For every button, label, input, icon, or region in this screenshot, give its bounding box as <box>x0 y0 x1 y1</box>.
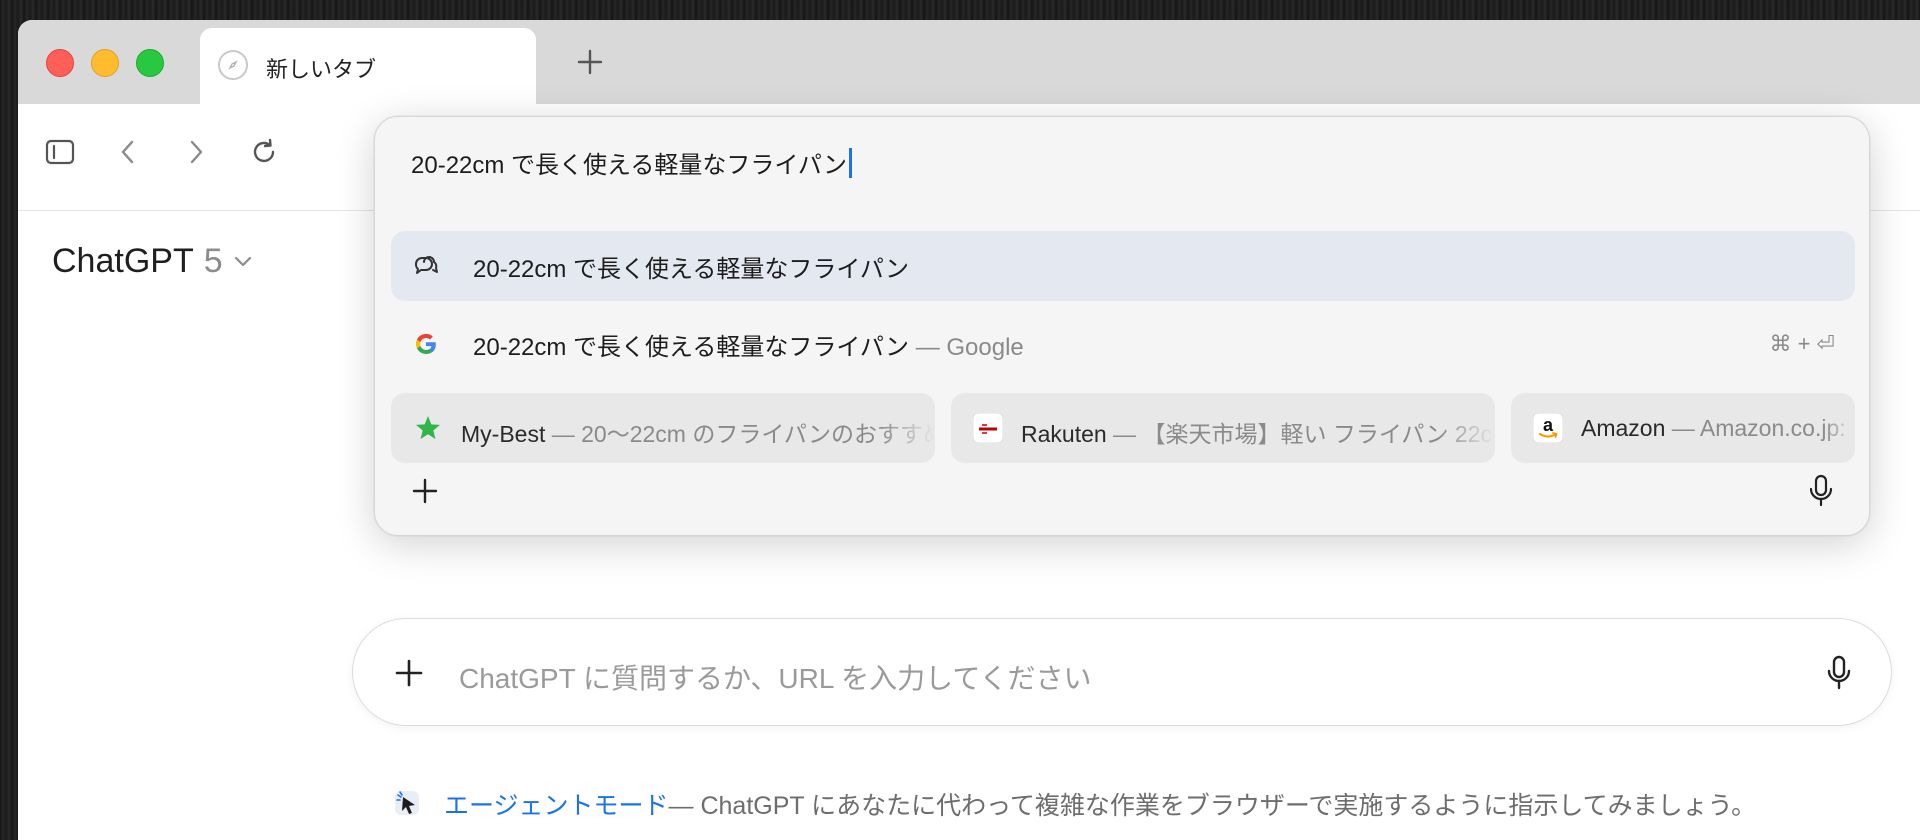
tab-bar: 新しいタブ <box>18 20 1920 104</box>
site-suggestion-text: My-Best — 20～22cm のフライパンのおすすめ <box>461 415 935 449</box>
site-suggestion-amazon[interactable]: a Amazon — Amazon.co.jp: <box>1511 393 1855 463</box>
voice-input-button[interactable] <box>1819 651 1859 695</box>
site-name: My-Best <box>461 421 546 447</box>
omnibox-attach-button[interactable] <box>405 471 445 511</box>
agent-mode-hint: エージェントモード — ChatGPT にあなたに代わって複雑な作業をブラウザー… <box>392 786 1756 822</box>
suggestion-label: 20-22cm で長く使える軽量なフライパン — Google <box>473 327 1024 362</box>
site-name: Amazon <box>1581 415 1666 441</box>
svg-text:a: a <box>1543 415 1554 435</box>
microphone-icon <box>1827 655 1851 690</box>
rakuten-icon <box>973 413 1003 443</box>
minimize-window-button[interactable] <box>91 49 119 77</box>
star-icon <box>413 413 443 443</box>
reload-button[interactable] <box>244 132 284 172</box>
sidebar-toggle-icon <box>45 139 75 165</box>
plus-icon <box>412 478 438 504</box>
suggestion-engine: — Google <box>909 333 1024 361</box>
reload-icon <box>253 138 275 163</box>
site-suggestion-mybest[interactable]: My-Best — 20～22cm のフライパンのおすすめ <box>391 393 935 463</box>
back-icon <box>121 140 134 164</box>
forward-button[interactable] <box>176 132 216 172</box>
maximize-window-button[interactable] <box>136 49 164 77</box>
chat-input-placeholder: ChatGPT に質問するか、URL を入力してください <box>459 663 1092 694</box>
model-name: ChatGPT <box>52 242 194 280</box>
suggestion-chatgpt[interactable]: 20-22cm で長く使える軽量なフライパン <box>391 231 1855 301</box>
suggestion-query: 20-22cm で長く使える軽量なフライパン <box>473 333 910 361</box>
chatgpt-chat-icon <box>411 251 441 281</box>
amazon-icon: a <box>1533 413 1563 443</box>
model-picker[interactable]: ChatGPT 5 <box>52 242 253 281</box>
text-caret <box>849 147 853 178</box>
site-suggestion-rakuten[interactable]: Rakuten — 【楽天市場】軽い フライパン 22cm <box>951 393 1495 463</box>
tab-title: 新しいタブ <box>266 57 377 82</box>
plus-icon <box>577 49 603 75</box>
suggestion-google[interactable]: 20-22cm で長く使える軽量なフライパン — Google ⌘ + ⏎ <box>391 309 1855 379</box>
agent-mode-link[interactable]: エージェントモード <box>444 786 669 822</box>
new-tab-button[interactable] <box>570 42 610 82</box>
close-window-button[interactable] <box>46 49 74 77</box>
suggestion-label: 20-22cm で長く使える軽量なフライパン <box>473 255 910 283</box>
site-suggestion-text: Amazon — Amazon.co.jp: <box>1581 415 1855 442</box>
omnibox-dropdown: 20-22cm で長く使える軽量なフライパン 20-22cm で長く使える軽量な… <box>374 116 1870 536</box>
site-suggestion-text: Rakuten — 【楽天市場】軽い フライパン 22cm <box>1021 415 1495 449</box>
site-description: — 20～22cm のフライパンのおすすめ <box>545 421 935 447</box>
sidebar-toggle-button[interactable] <box>40 132 80 172</box>
attach-button[interactable] <box>389 653 429 693</box>
microphone-icon <box>1809 474 1833 507</box>
forward-icon <box>190 140 203 164</box>
google-icon <box>411 329 441 359</box>
compass-icon <box>218 50 248 80</box>
keyboard-shortcut: ⌘ + ⏎ <box>1769 331 1835 356</box>
omnibox-input[interactable]: 20-22cm で長く使える軽量なフライパン <box>411 145 853 180</box>
tab-new-tab[interactable]: 新しいタブ <box>200 28 536 104</box>
browser-window: 新しいタブ ChatGPT 5 ChatGPT に質問するか、URL を入力して… <box>18 20 1920 840</box>
plus-icon <box>395 659 423 687</box>
site-name: Rakuten <box>1021 421 1107 447</box>
agent-cursor-icon <box>392 788 424 820</box>
chevron-down-icon <box>234 256 251 266</box>
model-version: 5 <box>203 242 223 280</box>
agent-mode-description: — ChatGPT にあなたに代わって複雑な作業をブラウザーで実施するように指示… <box>668 792 1757 820</box>
omnibox-voice-button[interactable] <box>1801 469 1841 513</box>
back-button[interactable] <box>108 132 148 172</box>
site-description: — 【楽天市場】軽い フライパン 22cm <box>1106 421 1495 447</box>
chat-input[interactable]: ChatGPT に質問するか、URL を入力してください <box>352 618 1892 726</box>
omnibox-query-text: 20-22cm で長く使える軽量なフライパン <box>411 152 848 179</box>
site-description: — Amazon.co.jp: <box>1665 415 1846 441</box>
